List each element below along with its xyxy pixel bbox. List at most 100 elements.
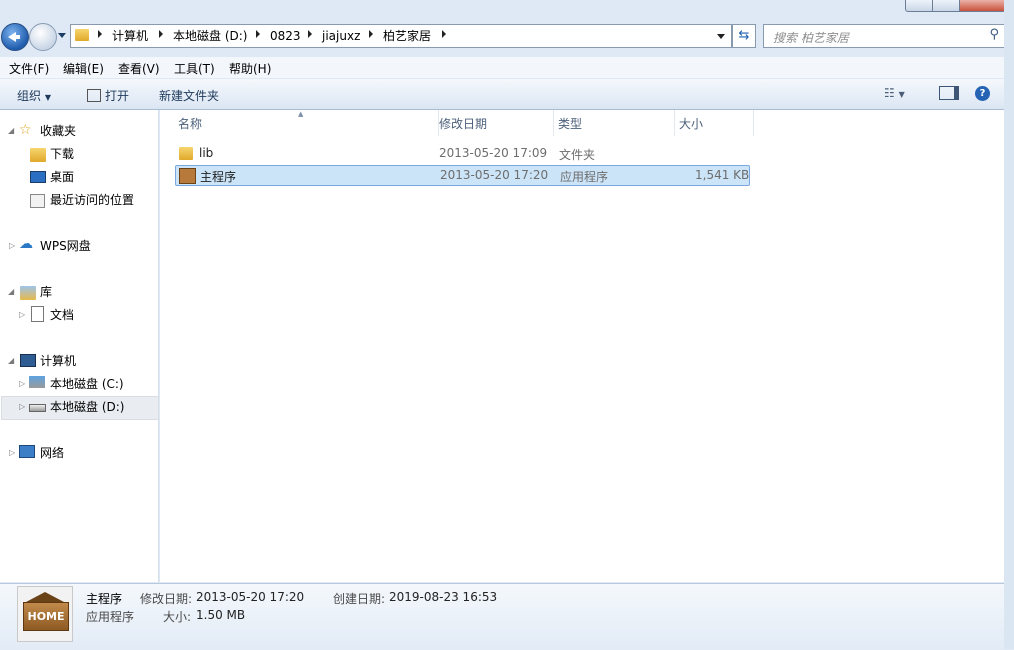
command-toolbar: 组织 ▼ 打开 新建文件夹 ☷ ▼ ?: [0, 79, 1014, 110]
forward-button[interactable]: [29, 23, 57, 51]
details-modified-label: 修改日期:: [140, 592, 193, 606]
table-row-selected[interactable]: 主程序 2013-05-20 17:20 应用程序 1,541 KB: [175, 165, 750, 186]
back-button[interactable]: [1, 23, 29, 51]
menu-view[interactable]: 查看(V): [118, 60, 160, 77]
table-row[interactable]: lib 2013-05-20 17:09 文件夹: [175, 144, 748, 164]
file-date: 2013-05-20 17:09: [439, 146, 548, 160]
breadcrumb-separator: [159, 30, 163, 38]
library-icon: [20, 286, 36, 300]
navigation-pane: ◢ ☆ 收藏夹 下载 桌面 最近访问的位置 ▷ ☁ WPS网盘 ◢ 库 ▷ 文档…: [0, 110, 159, 582]
file-type: 文件夹: [559, 148, 596, 162]
drive-d-icon: [29, 404, 46, 412]
refresh-icon: ⇆: [738, 28, 750, 43]
breadcrumb-computer[interactable]: 计算机: [112, 28, 148, 44]
column-header-type[interactable]: 类型: [553, 110, 675, 136]
preview-pane-icon: [939, 86, 959, 100]
details-name: 主程序: [86, 592, 123, 606]
nav-item-recent-places[interactable]: 最近访问的位置: [50, 191, 134, 209]
home-app-icon: [179, 168, 196, 184]
expand-collapse-icon[interactable]: ▷: [19, 379, 25, 388]
expand-collapse-icon[interactable]: ◢: [8, 126, 14, 135]
preview-pane-button[interactable]: [939, 86, 959, 103]
details-modified-value: 2013-05-20 17:20: [196, 590, 305, 604]
help-icon: ?: [975, 86, 990, 101]
menu-tools[interactable]: 工具(T): [174, 60, 215, 77]
open-icon: [87, 89, 101, 102]
column-header-date[interactable]: 修改日期: [435, 110, 554, 136]
expand-collapse-icon[interactable]: ▷: [9, 241, 15, 250]
maximize-button[interactable]: [932, 0, 960, 12]
details-size-value: 1.50 MB: [196, 608, 246, 622]
nav-computer[interactable]: 计算机: [40, 352, 76, 370]
details-created-label: 创建日期:: [333, 592, 386, 606]
nav-item-downloads[interactable]: 下载: [50, 145, 74, 163]
menu-edit[interactable]: 编辑(E): [63, 60, 104, 77]
file-type: 应用程序: [560, 170, 609, 184]
expand-collapse-icon[interactable]: ◢: [8, 287, 14, 296]
expand-collapse-icon[interactable]: ▷: [19, 310, 25, 319]
column-header-size[interactable]: 大小: [674, 110, 754, 136]
drive-c-icon: [29, 376, 45, 388]
back-arrow-icon: [8, 32, 20, 42]
nav-item-desktop[interactable]: 桌面: [50, 168, 74, 186]
nav-libraries[interactable]: 库: [40, 283, 52, 301]
view-options-button[interactable]: ☷ ▼: [884, 86, 905, 100]
expand-collapse-icon[interactable]: ▷: [9, 448, 15, 457]
network-icon: [19, 445, 35, 458]
expand-collapse-icon[interactable]: ▷: [19, 402, 25, 411]
minimize-button[interactable]: [905, 0, 933, 12]
documents-icon: [31, 306, 44, 322]
home-sign-text: HOME: [23, 602, 69, 631]
breadcrumb-separator: [369, 30, 373, 38]
folder-icon: [75, 29, 89, 41]
breadcrumb-jiajuxz[interactable]: jiajuxz: [322, 28, 360, 44]
details-size-label: 大小:: [163, 610, 192, 624]
breadcrumb-baiyi[interactable]: 柏艺家居: [383, 28, 431, 44]
nav-item-documents[interactable]: 文档: [50, 306, 74, 324]
menu-bar: 文件(F) 编辑(E) 查看(V) 工具(T) 帮助(H): [0, 57, 1014, 78]
computer-icon: [20, 354, 36, 367]
nav-favorites[interactable]: 收藏夹: [40, 122, 76, 140]
breadcrumb-0823[interactable]: 0823: [270, 28, 301, 44]
sort-ascending-icon: ▲: [298, 110, 304, 118]
menu-file[interactable]: 文件(F): [9, 60, 49, 77]
file-size: 1,541 KB: [695, 168, 750, 182]
close-button[interactable]: [959, 0, 1006, 12]
column-header-name[interactable]: 名称: [175, 110, 439, 136]
search-input[interactable]: 搜索 柏艺家居 ⚲: [763, 24, 1005, 48]
nav-wps-drive[interactable]: WPS网盘: [40, 237, 91, 255]
chevron-down-icon: ▼: [898, 90, 905, 99]
nav-drive-d[interactable]: 本地磁盘 (D:): [50, 398, 124, 416]
help-button[interactable]: ?: [975, 85, 990, 101]
search-icon[interactable]: ⚲: [989, 27, 999, 42]
desktop-icon: [30, 171, 46, 183]
recent-pages-dropdown[interactable]: [58, 33, 66, 38]
file-name: 主程序: [200, 170, 237, 184]
details-pane: HOME 主程序 修改日期: 2013-05-20 17:20 创建日期: 20…: [0, 583, 1004, 650]
file-list: 名称 ▲ 修改日期 类型 大小 lib 2013-05-20 17:09 文件夹…: [160, 110, 1004, 582]
breadcrumb-separator: [308, 30, 312, 38]
file-name: lib: [199, 146, 214, 160]
open-button[interactable]: 打开: [87, 87, 129, 104]
breadcrumb-drive-d[interactable]: 本地磁盘 (D:): [173, 28, 247, 44]
new-folder-button[interactable]: 新建文件夹: [159, 87, 219, 104]
home-sign-thumbnail: HOME: [17, 586, 73, 642]
cloud-icon: ☁: [19, 236, 33, 252]
menu-help[interactable]: 帮助(H): [229, 60, 271, 77]
downloads-icon: [30, 148, 46, 162]
star-icon: ☆: [19, 122, 32, 138]
details-type: 应用程序: [86, 610, 135, 624]
recent-places-icon: [30, 194, 45, 208]
details-created-value: 2019-08-23 16:53: [389, 590, 498, 604]
folder-icon: [179, 147, 193, 160]
organize-button[interactable]: 组织 ▼: [17, 87, 51, 104]
refresh-button[interactable]: ⇆: [732, 24, 756, 48]
window-border: [1004, 0, 1014, 649]
nav-drive-c[interactable]: 本地磁盘 (C:): [50, 375, 124, 393]
search-placeholder: 搜索 柏艺家居: [773, 31, 849, 45]
nav-network[interactable]: 网络: [40, 444, 64, 462]
address-dropdown-icon[interactable]: [717, 34, 725, 39]
chevron-down-icon: ▼: [44, 93, 51, 102]
expand-collapse-icon[interactable]: ◢: [8, 356, 14, 365]
address-bar[interactable]: 计算机 本地磁盘 (D:) 0823 jiajuxz 柏艺家居: [70, 24, 732, 48]
